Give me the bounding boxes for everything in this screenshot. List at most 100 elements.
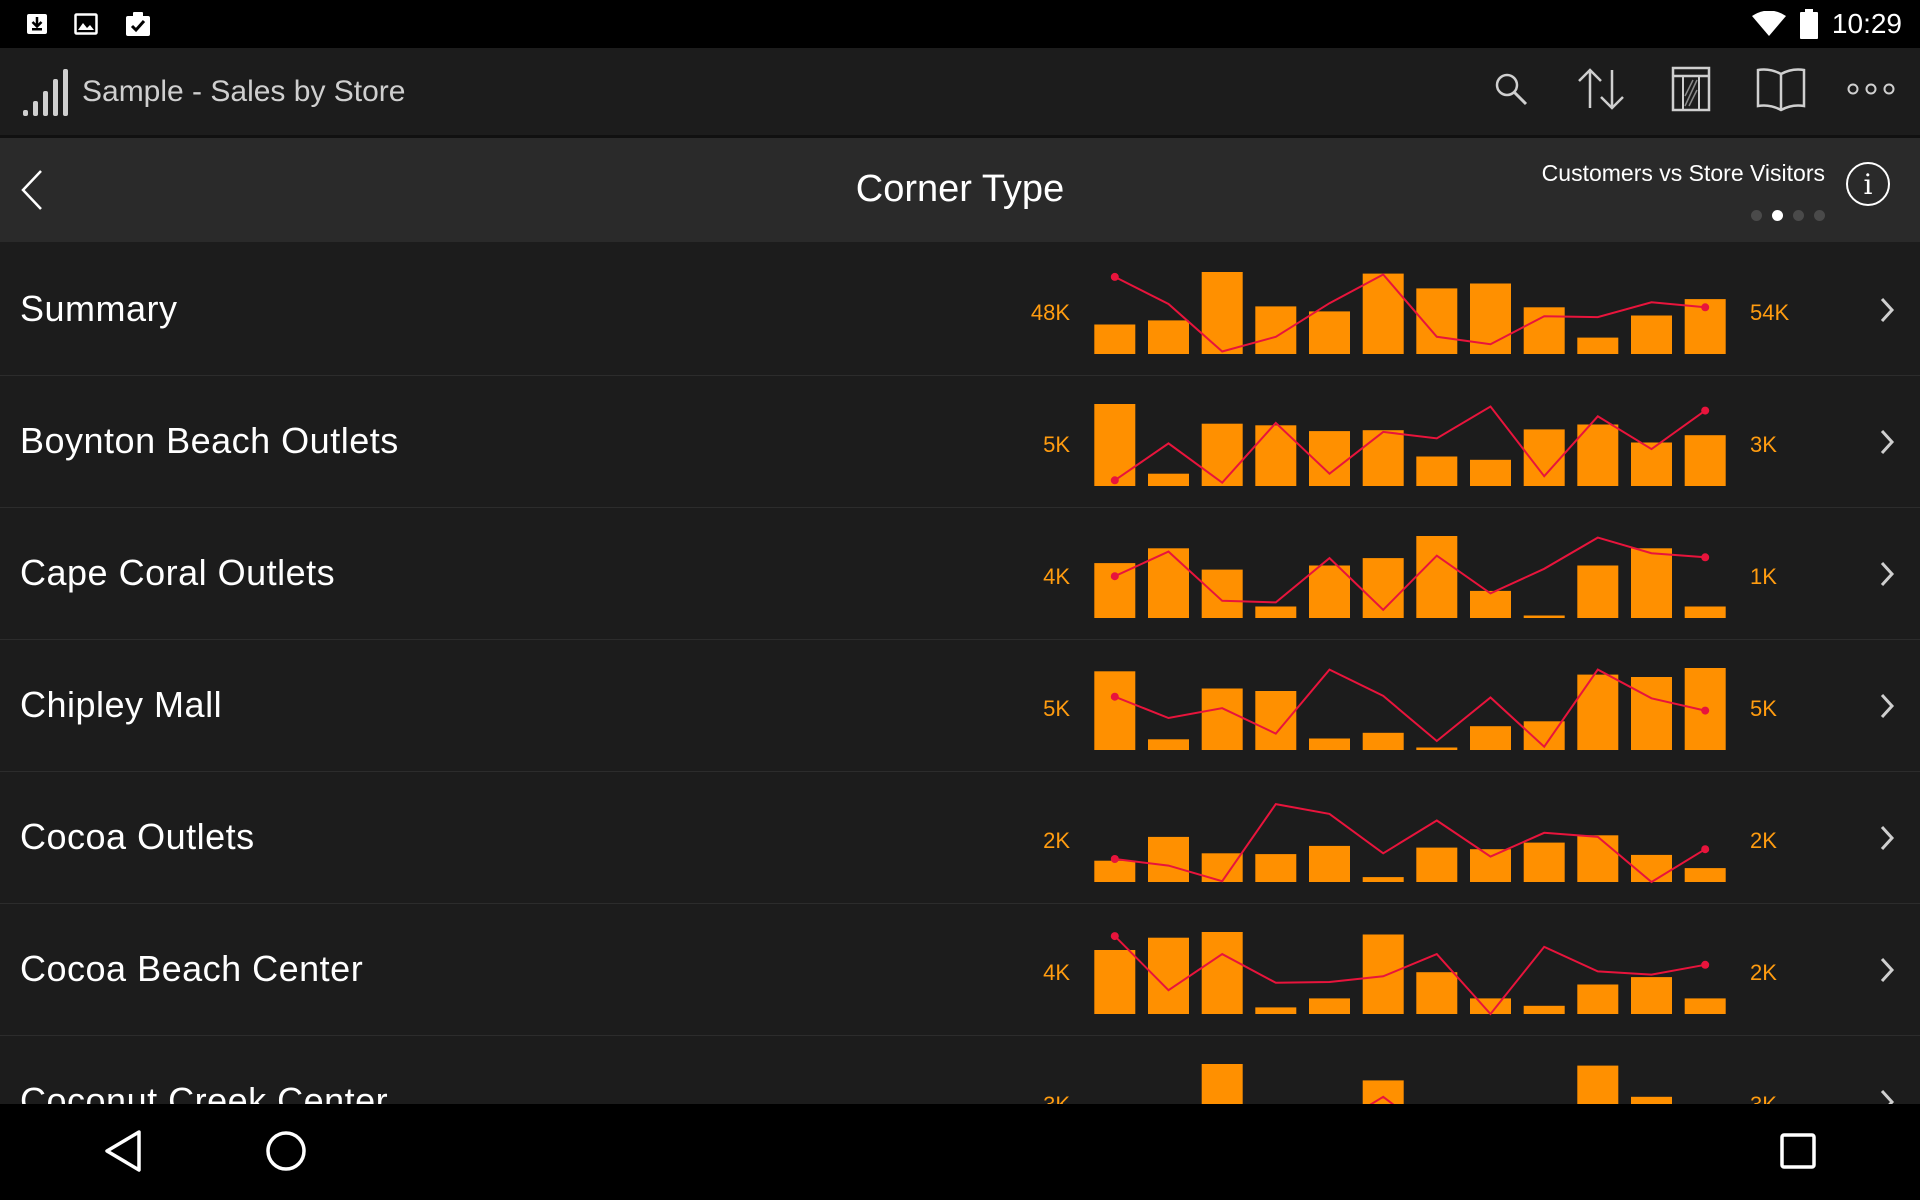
bar-mark (1577, 674, 1619, 750)
store-row[interactable]: Cape Coral Outlets 4K 1K (0, 508, 1920, 640)
status-bar: 10:29 (0, 0, 1920, 48)
bar-mark (1255, 854, 1297, 882)
navigation-bar (0, 1104, 1920, 1200)
table-view-button[interactable] (1668, 66, 1714, 117)
bar-mark (1362, 430, 1404, 486)
sparkline-chart (1094, 272, 1726, 354)
bar-mark (1684, 435, 1726, 486)
bar-mark (1309, 311, 1350, 354)
bar-mark (1148, 836, 1189, 882)
bar-mark (1577, 1065, 1619, 1104)
bar-mark (1094, 324, 1136, 354)
bar-mark (1094, 950, 1136, 1014)
sparkline-chart (1094, 803, 1726, 884)
bar-mark (1255, 1007, 1297, 1014)
toolbar (1488, 66, 1920, 117)
store-row[interactable]: Chipley Mall 5K 5K (0, 640, 1920, 772)
end-value: 2K (1750, 828, 1777, 853)
search-button[interactable] (1488, 69, 1534, 115)
wifi-icon (1751, 11, 1786, 37)
bar-mark (1201, 688, 1243, 750)
bar-mark (1470, 849, 1511, 882)
line-endpoint (1701, 960, 1710, 969)
clipboard-check-icon (124, 10, 152, 38)
start-value: 2K (1043, 828, 1070, 853)
end-value: 54K (1750, 300, 1790, 325)
page-dot (1814, 210, 1825, 221)
bar-mark (1631, 1096, 1672, 1104)
table-icon (1671, 66, 1711, 117)
store-row[interactable]: Cocoa Outlets 2K 2K (0, 772, 1920, 904)
app-title: Sample - Sales by Store (82, 74, 406, 108)
chevron-right-icon[interactable] (1872, 424, 1902, 460)
bar-mark (1631, 977, 1672, 1014)
chevron-right-icon[interactable] (1872, 820, 1902, 856)
sparkline-chart (1201, 1064, 1672, 1104)
bar-mark (1631, 315, 1672, 354)
store-row[interactable]: Summary 48K 54K (0, 244, 1920, 376)
page-indicator[interactable] (1751, 210, 1825, 221)
bar-mark (1362, 877, 1404, 882)
bar-mark (1470, 998, 1511, 1014)
bar-mark (1094, 671, 1136, 750)
book-icon (1756, 66, 1806, 117)
bar-mark (1255, 606, 1297, 618)
sort-button[interactable] (1578, 68, 1624, 115)
bar-mark (1470, 726, 1511, 750)
bar-mark (1577, 984, 1619, 1014)
bar-mark (1094, 404, 1136, 486)
start-value: 48K (1030, 300, 1070, 325)
store-list: Summary 48K 54K Boynton Beach Outlets 5K 3K Ca… (0, 244, 1920, 1104)
bar-mark (1416, 972, 1458, 1014)
bar-mark (1416, 747, 1458, 750)
start-value: 5K (1043, 696, 1070, 721)
chevron-right-icon[interactable] (1872, 292, 1902, 328)
bar-mark (1309, 738, 1350, 750)
page-dot (1751, 210, 1762, 221)
store-name: Cocoa Beach Center (20, 948, 364, 989)
nav-recents-button[interactable] (1773, 1128, 1823, 1178)
bar-mark (1362, 273, 1404, 354)
bar-mark (1684, 606, 1726, 618)
start-value: 5K (1043, 432, 1070, 457)
bar-mark (1631, 548, 1672, 618)
store-name: Cape Coral Outlets (20, 552, 336, 593)
chevron-right-icon[interactable] (1872, 952, 1902, 988)
bar-mark (1416, 536, 1458, 618)
bar-mark (1201, 423, 1243, 486)
chevron-right-icon[interactable] (1872, 1084, 1902, 1104)
more-options-button[interactable] (1847, 69, 1895, 115)
chevron-right-icon[interactable] (1872, 556, 1902, 592)
bar-mark (1148, 320, 1189, 354)
bar-mark (1577, 835, 1619, 882)
bar-mark (1631, 677, 1672, 750)
line-endpoint (1110, 572, 1119, 581)
line-endpoint (1110, 476, 1119, 485)
nav-home-button[interactable] (261, 1128, 311, 1178)
store-row[interactable]: Cocoa Beach Center 4K 2K (0, 904, 1920, 1036)
info-icon: i (1863, 167, 1873, 201)
notification-icons (0, 10, 152, 38)
end-value: 2K (1750, 960, 1777, 985)
nav-back-button[interactable] (98, 1128, 148, 1178)
bar-mark (1201, 569, 1243, 618)
more-icon (1847, 82, 1895, 101)
clock: 10:29 (1831, 8, 1902, 39)
line-endpoint (1110, 272, 1119, 281)
store-row[interactable]: Boynton Beach Outlets 5K 3K (0, 376, 1920, 508)
book-button[interactable] (1756, 66, 1806, 117)
bar-mark (1362, 732, 1404, 750)
info-button[interactable]: i (1846, 162, 1890, 206)
bar-mark (1255, 691, 1297, 750)
bar-mark (1684, 998, 1726, 1014)
sparkline-chart (1094, 932, 1726, 1016)
bar-mark (1094, 860, 1136, 882)
bar-mark (1523, 842, 1565, 882)
chevron-right-icon[interactable] (1872, 688, 1902, 724)
bar-mark (1523, 307, 1565, 354)
line-endpoint (1110, 855, 1119, 863)
line-endpoint (1701, 553, 1710, 562)
bar-mark (1309, 565, 1350, 618)
store-row[interactable]: Coconut Creek Center 3K 3K (0, 1036, 1920, 1104)
line-endpoint (1701, 845, 1710, 854)
